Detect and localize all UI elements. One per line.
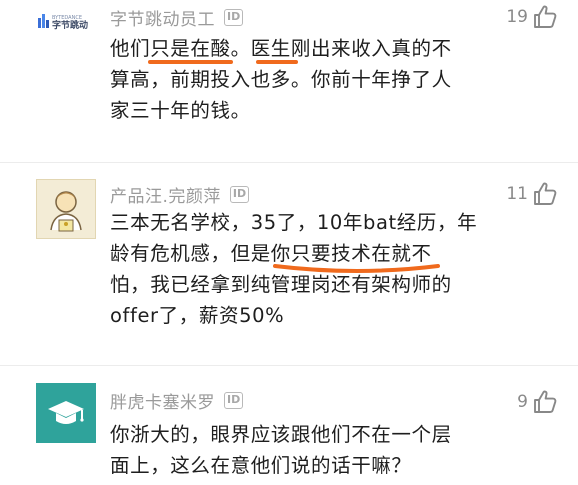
author-row: 字节跳动员工 ID bbox=[110, 0, 244, 34]
avatar-bytedance[interactable]: BYTEDANCE 字节跳动 bbox=[36, 4, 96, 64]
author-name[interactable]: 字节跳动员工 bbox=[110, 5, 215, 30]
highlight-underline bbox=[256, 60, 298, 64]
id-badge: ID bbox=[229, 185, 250, 203]
comment-body: 他们只是在酸。医生刚出来收入真的不 算高，前期投入也多。你前十年挣了人 家三十年… bbox=[110, 33, 490, 126]
author-name[interactable]: 胖虎卡塞米罗 bbox=[110, 388, 215, 413]
bytedance-logo: BYTEDANCE 字节跳动 bbox=[38, 14, 88, 31]
comment-line: 算高，前期投入也多。你前十年挣了人 bbox=[110, 68, 452, 91]
highlight-underline bbox=[148, 60, 233, 64]
thumbs-up-icon[interactable] bbox=[532, 4, 558, 30]
author-name[interactable]: 产品汪.完颜萍 bbox=[110, 182, 221, 207]
thumbs-up-icon[interactable] bbox=[532, 389, 558, 415]
divider bbox=[0, 365, 578, 366]
comment-line: 你浙大的，眼界应该跟他们不在一个层 bbox=[110, 423, 452, 446]
like-count: 19 bbox=[506, 7, 528, 27]
avatar-text: 字节跳动 bbox=[52, 19, 88, 31]
id-badge: ID bbox=[224, 8, 244, 26]
person-avatar bbox=[50, 191, 82, 232]
highlight-underline bbox=[273, 264, 440, 273]
like-button[interactable]: 11 bbox=[506, 179, 558, 209]
like-button[interactable]: 9 bbox=[517, 387, 558, 417]
id-badge: ID bbox=[224, 391, 244, 409]
comment-line: 家三十年的钱。 bbox=[110, 99, 251, 122]
comment-line: 三本无名学校，35了，10年bat经历，年 bbox=[110, 211, 478, 234]
comment-body: 你浙大的，眼界应该跟他们不在一个层 面上，这么在意他们说的话干嘛？ bbox=[110, 419, 490, 481]
like-count: 9 bbox=[517, 392, 528, 412]
thumbs-up-icon[interactable] bbox=[532, 181, 558, 207]
like-button[interactable]: 19 bbox=[506, 2, 558, 32]
author-row: 胖虎卡塞米罗 ID bbox=[110, 383, 244, 417]
author-row: 产品汪.完颜萍 ID bbox=[110, 177, 250, 211]
graduation-cap-icon bbox=[48, 401, 84, 424]
avatar-graduation[interactable] bbox=[36, 383, 96, 443]
comment-line: offer了，薪资50% bbox=[110, 304, 285, 327]
divider bbox=[0, 162, 578, 163]
avatar-person[interactable] bbox=[36, 179, 96, 239]
like-count: 11 bbox=[506, 184, 528, 204]
comment-line: 面上，这么在意他们说的话干嘛？ bbox=[110, 454, 412, 477]
